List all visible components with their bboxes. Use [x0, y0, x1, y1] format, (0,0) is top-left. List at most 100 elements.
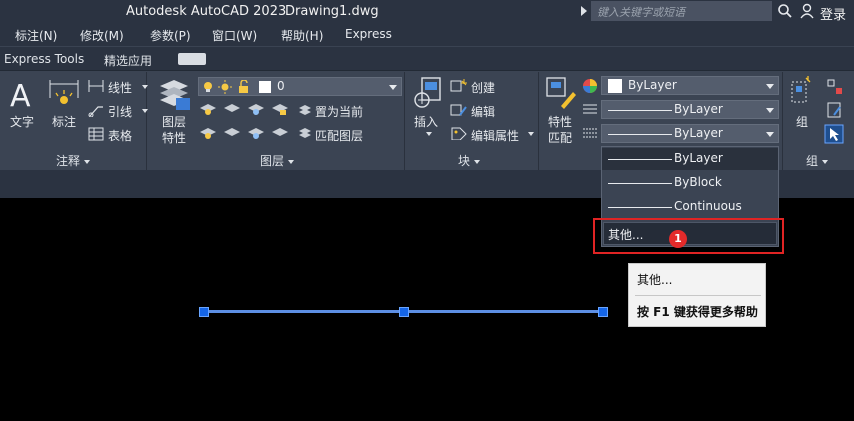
ribbon-tab-row: Express Tools 精选应用: [0, 46, 854, 70]
grip-end[interactable]: [598, 307, 608, 317]
dropdown-item-label: ByBlock: [674, 175, 722, 189]
panel-divider: [404, 72, 405, 170]
match-properties-icon[interactable]: [545, 76, 577, 110]
annotation-panel-title[interactable]: 注释: [56, 152, 91, 169]
grip-start[interactable]: [199, 307, 209, 317]
tab-express-tools[interactable]: Express Tools: [4, 52, 84, 66]
ungroup-icon[interactable]: [826, 78, 844, 96]
dimension-icon[interactable]: [48, 78, 80, 112]
chevron-down-icon: [766, 108, 774, 113]
dropdown-item-label: ByLayer: [674, 151, 723, 165]
user-icon[interactable]: [799, 3, 815, 19]
dropdown-item-bylayer[interactable]: ByLayer: [602, 148, 778, 170]
text-icon[interactable]: A: [8, 78, 36, 110]
match-layer-icon[interactable]: [298, 126, 312, 140]
linetype-preview: [608, 183, 672, 184]
insert-block-icon[interactable]: [412, 76, 444, 110]
group-icon[interactable]: [790, 76, 812, 110]
leader-button[interactable]: 引线: [108, 103, 132, 120]
highlight-box: [593, 218, 784, 254]
layer-properties-label-1[interactable]: 图层: [162, 113, 186, 130]
create-block-button[interactable]: 创建: [471, 79, 495, 96]
chevron-down-icon[interactable]: [142, 85, 148, 89]
linetype-value: ByLayer: [674, 102, 723, 116]
tooltip: 其他... 按 F1 键获得更多帮助: [628, 263, 766, 327]
linetype-icon[interactable]: [583, 102, 597, 116]
lineweight-preview: [608, 134, 672, 135]
table-button[interactable]: 表格: [108, 127, 132, 144]
menu-parametric[interactable]: 参数(P): [150, 27, 191, 44]
step-badge: 1: [669, 230, 687, 248]
text-button[interactable]: 文字: [10, 113, 34, 130]
insert-button[interactable]: 插入: [414, 113, 438, 130]
set-current-button[interactable]: 置为当前: [315, 103, 363, 120]
search-icon[interactable]: [777, 3, 793, 19]
layer-panel-title[interactable]: 图层: [260, 152, 295, 169]
dropdown-item-continuous[interactable]: Continuous: [602, 196, 778, 218]
panel-divider: [538, 72, 539, 170]
linetype-preview: [608, 207, 672, 208]
linetype-preview: [608, 159, 672, 160]
current-layer-value: 0: [277, 79, 285, 93]
edit-attributes-icon[interactable]: [450, 126, 468, 140]
login-button[interactable]: 登录: [820, 4, 846, 23]
tab-overflow-button[interactable]: [178, 53, 206, 65]
edit-block-button[interactable]: 编辑: [471, 103, 495, 120]
color-swatch: [608, 79, 622, 93]
lineweight-value: ByLayer: [674, 126, 723, 140]
chevron-down-icon[interactable]: [426, 132, 432, 136]
edit-block-icon[interactable]: [450, 103, 468, 117]
chevron-down-icon: [389, 85, 397, 90]
linetype-select[interactable]: ByLayer: [601, 100, 779, 119]
match-properties-label-1[interactable]: 特性: [548, 113, 572, 130]
layer-tools-icons[interactable]: [198, 100, 294, 140]
search-input[interactable]: 键入关键字或短语: [591, 1, 772, 21]
group-button[interactable]: 组: [796, 113, 808, 130]
linetype-preview: [608, 110, 672, 111]
layer-properties-label-2[interactable]: 特性: [162, 129, 186, 146]
title-bar: Autodesk AutoCAD 2023 Drawing1.dwg 键入关键字…: [0, 0, 854, 24]
linear-dim-icon[interactable]: [88, 79, 104, 93]
lineweight-select[interactable]: ByLayer: [601, 124, 779, 143]
lineweight-icon[interactable]: [583, 126, 597, 140]
dropdown-item-label: Continuous: [674, 199, 742, 213]
tooltip-help: 按 F1 键获得更多帮助: [637, 305, 758, 319]
menu-window[interactable]: 窗口(W): [212, 27, 257, 44]
group-selection-icon[interactable]: [824, 124, 844, 144]
color-value: ByLayer: [628, 78, 677, 92]
match-layer-button[interactable]: 匹配图层: [315, 127, 363, 144]
match-properties-label-2[interactable]: 匹配: [548, 129, 572, 146]
chevron-down-icon[interactable]: [142, 109, 148, 113]
menu-help[interactable]: 帮助(H): [281, 27, 323, 44]
tooltip-title: 其他...: [637, 273, 673, 287]
group-panel-title[interactable]: 组: [806, 152, 829, 169]
tooltip-divider: [635, 295, 761, 296]
chevron-down-icon: [766, 132, 774, 137]
chevron-down-icon[interactable]: [528, 132, 534, 136]
color-wheel-icon[interactable]: [582, 78, 598, 94]
menu-express[interactable]: Express: [345, 27, 392, 41]
set-current-icon[interactable]: [298, 103, 312, 117]
tab-featured-apps[interactable]: 精选应用: [104, 52, 152, 69]
layer-state-icons: [204, 80, 271, 94]
layer-properties-icon[interactable]: [156, 76, 192, 112]
create-block-icon[interactable]: [450, 79, 468, 93]
menu-dimension[interactable]: 标注(N): [15, 27, 57, 44]
table-icon[interactable]: [88, 127, 104, 141]
expand-arrow-icon[interactable]: [581, 6, 587, 16]
leader-icon[interactable]: [88, 103, 104, 117]
menu-modify[interactable]: 修改(M): [80, 27, 124, 44]
group-edit-icon[interactable]: [826, 101, 844, 119]
app-title: Autodesk AutoCAD 2023: [126, 4, 287, 19]
block-panel-title[interactable]: 块: [458, 152, 481, 169]
document-title: Drawing1.dwg: [285, 4, 379, 19]
panel-divider: [782, 72, 783, 170]
svg-text:A: A: [10, 79, 31, 110]
dimension-button[interactable]: 标注: [52, 113, 76, 130]
linear-button[interactable]: 线性: [108, 79, 132, 96]
edit-attributes-button[interactable]: 编辑属性: [471, 127, 519, 144]
color-select[interactable]: ByLayer: [601, 76, 779, 95]
dropdown-item-byblock[interactable]: ByBlock: [602, 172, 778, 194]
grip-midpoint[interactable]: [399, 307, 409, 317]
layer-select[interactable]: 0: [198, 77, 402, 96]
